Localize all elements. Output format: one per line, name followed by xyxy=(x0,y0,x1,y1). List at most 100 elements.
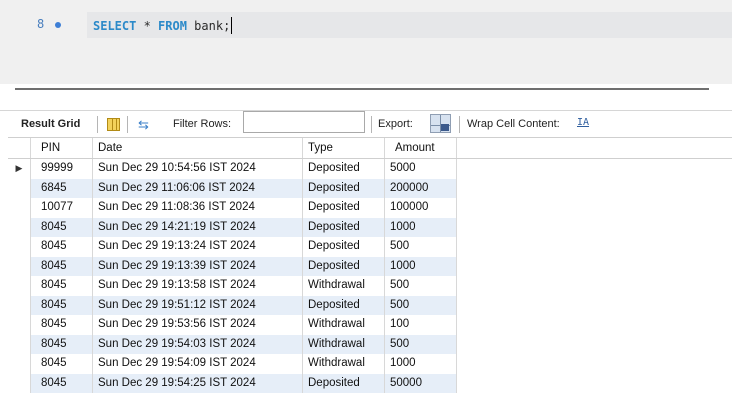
table-row[interactable]: 8045 Sun Dec 29 19:13:58 IST 2024 Withdraw… xyxy=(8,276,732,296)
table-row[interactable]: ▶ 99999 Sun Dec 29 10:54:56 IST 2024 Deposi… xyxy=(8,159,732,179)
cell-pin[interactable]: 8045 xyxy=(31,237,93,257)
cell-amount[interactable]: 50000 xyxy=(385,373,457,393)
cell-pin[interactable]: 10077 xyxy=(31,198,93,218)
table-row[interactable]: 10077 Sun Dec 29 11:08:36 IST 2024 Deposit… xyxy=(8,198,732,218)
cell-type[interactable]: Withdrawal xyxy=(303,276,385,296)
cell-amount[interactable]: 500 xyxy=(385,295,457,315)
sql-table-name: bank; xyxy=(186,19,231,33)
cell-pin[interactable]: 8045 xyxy=(31,256,93,276)
table-row[interactable]: 8045 Sun Dec 29 14:21:19 IST 2024 Deposite… xyxy=(8,217,732,237)
cell-type[interactable]: Withdrawal xyxy=(303,334,385,354)
cell-amount[interactable]: 100 xyxy=(385,315,457,335)
row-selector[interactable] xyxy=(8,256,31,276)
row-selector[interactable] xyxy=(8,276,31,296)
cell-amount[interactable]: 500 xyxy=(385,334,457,354)
cell-type[interactable]: Deposited xyxy=(303,295,385,315)
cell-date[interactable]: Sun Dec 29 14:21:19 IST 2024 xyxy=(93,217,303,237)
row-selector[interactable] xyxy=(8,354,31,374)
table-row[interactable]: 8045 Sun Dec 29 19:54:09 IST 2024 Withdraw… xyxy=(8,354,732,374)
sql-keyword-select: SELECT xyxy=(93,19,137,33)
cell-date[interactable]: Sun Dec 29 19:54:03 IST 2024 xyxy=(93,334,303,354)
column-header-date[interactable]: Date xyxy=(93,138,303,158)
result-grid-icon[interactable] xyxy=(107,118,120,131)
table-row[interactable]: 8045 Sun Dec 29 19:53:56 IST 2024 Withdraw… xyxy=(8,315,732,335)
cell-amount[interactable]: 100000 xyxy=(385,198,457,218)
cell-amount[interactable]: 1000 xyxy=(385,256,457,276)
panel-splitter[interactable] xyxy=(0,84,732,110)
row-selector[interactable] xyxy=(8,198,31,218)
cell-pin[interactable]: 8045 xyxy=(31,276,93,296)
cell-pin[interactable]: 99999 xyxy=(31,159,93,179)
cell-type[interactable]: Deposited xyxy=(303,178,385,198)
row-selector[interactable] xyxy=(8,315,31,335)
cell-type[interactable]: Deposited xyxy=(303,217,385,237)
cell-amount[interactable]: 1000 xyxy=(385,217,457,237)
text-cursor xyxy=(231,17,233,34)
cell-pin[interactable]: 8045 xyxy=(31,295,93,315)
cell-type[interactable]: Deposited xyxy=(303,373,385,393)
cell-date[interactable]: Sun Dec 29 11:06:06 IST 2024 xyxy=(93,178,303,198)
cell-pin[interactable]: 8045 xyxy=(31,334,93,354)
cell-pin[interactable]: 8045 xyxy=(31,354,93,374)
grid-header-row: PIN Date Type Amount xyxy=(8,137,732,159)
cell-date[interactable]: Sun Dec 29 19:54:09 IST 2024 xyxy=(93,354,303,374)
cell-amount[interactable]: 5000 xyxy=(385,159,457,179)
table-row[interactable]: 8045 Sun Dec 29 19:13:24 IST 2024 Deposite… xyxy=(8,237,732,257)
cell-date[interactable]: Sun Dec 29 19:13:58 IST 2024 xyxy=(93,276,303,296)
cell-amount[interactable]: 500 xyxy=(385,237,457,257)
row-selector-header[interactable] xyxy=(8,138,31,158)
cell-type[interactable]: Deposited xyxy=(303,198,385,218)
wrap-cell-icon[interactable]: IA xyxy=(577,117,589,128)
toolbar-divider xyxy=(97,116,98,133)
cell-date[interactable]: Sun Dec 29 19:54:25 IST 2024 xyxy=(93,373,303,393)
table-row[interactable]: 8045 Sun Dec 29 19:51:12 IST 2024 Deposite… xyxy=(8,295,732,315)
cell-date[interactable]: Sun Dec 29 11:08:36 IST 2024 xyxy=(93,198,303,218)
cell-date[interactable]: Sun Dec 29 10:54:56 IST 2024 xyxy=(93,159,303,179)
splitter-handle[interactable] xyxy=(15,88,709,90)
cell-amount[interactable]: 500 xyxy=(385,276,457,296)
toolbar-divider xyxy=(459,116,460,133)
row-selector[interactable] xyxy=(8,334,31,354)
filter-arrows-icon[interactable]: ⇆ xyxy=(138,117,149,133)
sql-statement[interactable]: SELECT * FROM bank; xyxy=(93,17,233,34)
code-line-8[interactable]: 8 SELECT * FROM bank; xyxy=(0,12,732,38)
cell-type[interactable]: Deposited xyxy=(303,256,385,276)
cell-date[interactable]: Sun Dec 29 19:53:56 IST 2024 xyxy=(93,315,303,335)
row-selector[interactable] xyxy=(8,178,31,198)
table-row[interactable]: 8045 Sun Dec 29 19:54:25 IST 2024 Deposite… xyxy=(8,373,732,393)
cell-amount[interactable]: 200000 xyxy=(385,178,457,198)
cell-type[interactable]: Withdrawal xyxy=(303,315,385,335)
table-row[interactable]: 6845 Sun Dec 29 11:06:06 IST 2024 Deposite… xyxy=(8,178,732,198)
row-selector-current[interactable]: ▶ xyxy=(8,159,31,179)
cell-pin[interactable]: 6845 xyxy=(31,178,93,198)
cell-type[interactable]: Withdrawal xyxy=(303,354,385,374)
cell-date[interactable]: Sun Dec 29 19:13:39 IST 2024 xyxy=(93,256,303,276)
cell-amount[interactable]: 1000 xyxy=(385,354,457,374)
row-selector[interactable] xyxy=(8,373,31,393)
cell-date[interactable]: Sun Dec 29 19:13:24 IST 2024 xyxy=(93,237,303,257)
column-header-amount[interactable]: Amount xyxy=(385,138,457,158)
cell-pin[interactable]: 8045 xyxy=(31,217,93,237)
export-icon[interactable] xyxy=(430,114,451,133)
result-grid-tab[interactable]: Result Grid xyxy=(21,118,80,130)
cell-pin[interactable]: 8045 xyxy=(31,315,93,335)
cell-pin[interactable]: 8045 xyxy=(31,373,93,393)
filter-rows-input[interactable] xyxy=(243,111,365,133)
statement-marker-icon xyxy=(55,22,61,28)
sql-editor[interactable]: 8 SELECT * FROM bank; xyxy=(0,0,732,84)
table-row[interactable]: 8045 Sun Dec 29 19:54:03 IST 2024 Withdraw… xyxy=(8,334,732,354)
toolbar-divider xyxy=(127,116,128,133)
cell-date[interactable]: Sun Dec 29 19:51:12 IST 2024 xyxy=(93,295,303,315)
grid-body: ▶ 99999 Sun Dec 29 10:54:56 IST 2024 Deposi… xyxy=(8,159,732,393)
line-number: 8 xyxy=(37,17,45,31)
table-row[interactable]: 8045 Sun Dec 29 19:13:39 IST 2024 Deposite… xyxy=(8,256,732,276)
cell-type[interactable]: Deposited xyxy=(303,237,385,257)
wrap-cell-content-label: Wrap Cell Content: xyxy=(467,118,560,130)
row-selector[interactable] xyxy=(8,295,31,315)
row-selector[interactable] xyxy=(8,237,31,257)
result-grid[interactable]: PIN Date Type Amount ▶ 99999 Sun Dec 29 10… xyxy=(8,137,732,393)
column-header-pin[interactable]: PIN xyxy=(31,138,93,158)
cell-type[interactable]: Deposited xyxy=(303,159,385,179)
row-selector[interactable] xyxy=(8,217,31,237)
column-header-type[interactable]: Type xyxy=(303,138,385,158)
